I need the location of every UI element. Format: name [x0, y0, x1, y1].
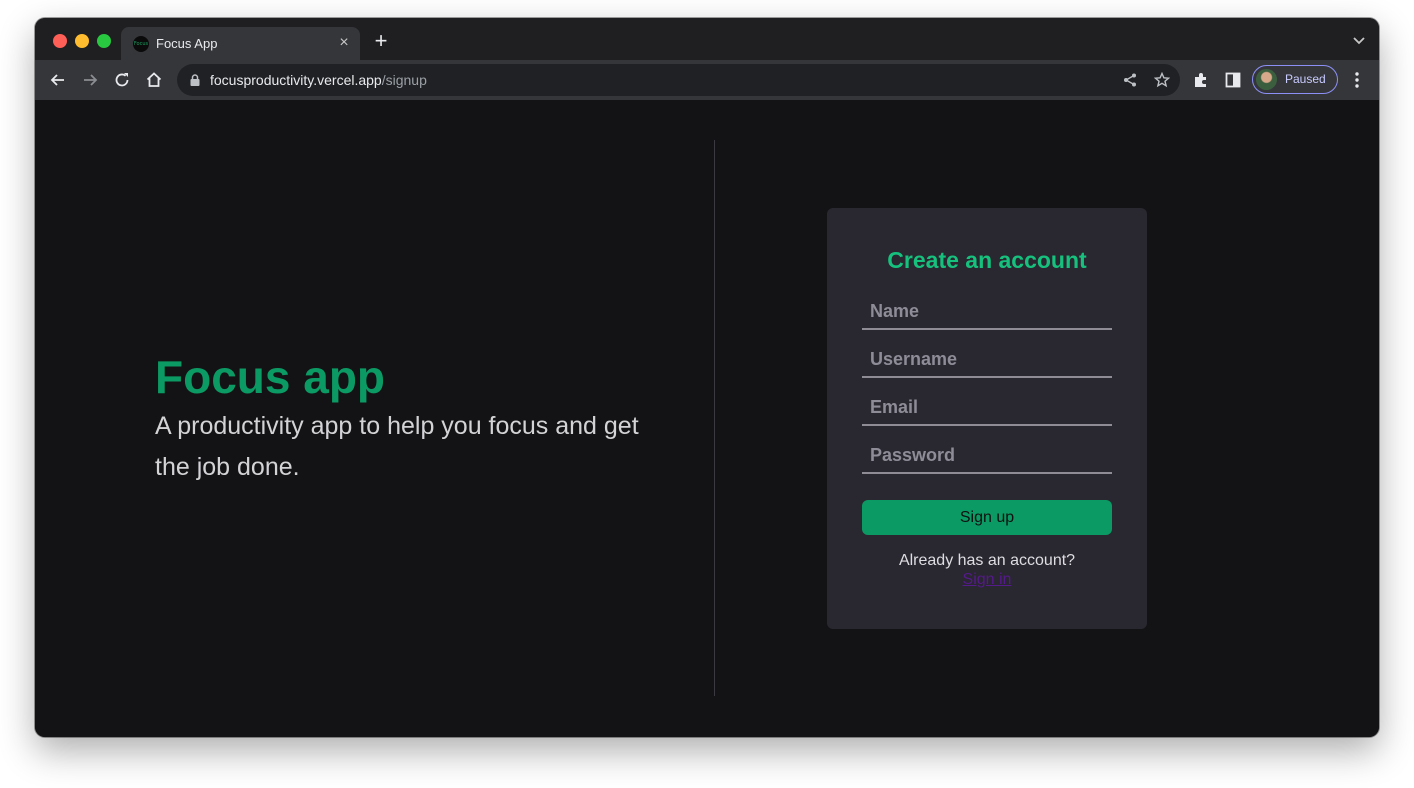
url-host: focusproductivity.vercel.app: [210, 72, 382, 88]
tab-search-icon[interactable]: [1351, 32, 1367, 48]
email-input[interactable]: [862, 390, 1112, 426]
maximize-window-button[interactable]: [97, 34, 111, 48]
puzzle-icon[interactable]: [1192, 71, 1210, 89]
signup-card: Create an account Sign up Already has an…: [827, 208, 1147, 629]
home-icon[interactable]: [144, 70, 164, 90]
forward-icon[interactable]: [80, 70, 100, 90]
share-icon[interactable]: [1122, 72, 1138, 88]
vertical-divider: [714, 140, 715, 696]
name-input[interactable]: [862, 294, 1112, 330]
already-account-text: Already has an account?: [898, 552, 1076, 569]
tab-close-icon[interactable]: ×: [336, 35, 352, 51]
browser-window: Focus Focus App × + focusproductivity.ve…: [35, 18, 1379, 737]
avatar: [1256, 69, 1277, 90]
page-content: Focus app A productivity app to help you…: [35, 100, 1379, 737]
lock-icon[interactable]: [188, 73, 202, 87]
minimize-window-button[interactable]: [75, 34, 89, 48]
hero-title: Focus app: [155, 351, 386, 403]
side-panel-icon[interactable]: [1224, 71, 1242, 89]
profile-status-label: Paused: [1285, 72, 1326, 86]
browser-toolbar: focusproductivity.vercel.app/signup Paus…: [35, 60, 1379, 100]
sign-in-link[interactable]: Sign in: [963, 571, 1012, 588]
password-input[interactable]: [862, 438, 1112, 474]
sign-in-link-row: Sign in: [827, 571, 1147, 589]
tab-strip: Focus Focus App × +: [35, 18, 1379, 60]
signup-title: Create an account: [887, 247, 1087, 273]
url-text[interactable]: focusproductivity.vercel.app/signup: [210, 72, 427, 88]
star-icon[interactable]: [1153, 71, 1171, 88]
focus-favicon-icon: Focus: [133, 36, 149, 52]
sign-up-button[interactable]: Sign up: [862, 500, 1112, 535]
address-bar[interactable]: focusproductivity.vercel.app/signup: [177, 64, 1180, 96]
profile-button[interactable]: Paused: [1252, 65, 1338, 94]
hero-subtitle: A productivity app to help you focus and…: [155, 412, 639, 481]
url-path: /signup: [381, 72, 427, 88]
reload-icon[interactable]: [112, 70, 132, 90]
username-input[interactable]: [862, 342, 1112, 378]
back-icon[interactable]: [48, 70, 68, 90]
kebab-menu-icon[interactable]: [1349, 71, 1365, 89]
tab-title: Focus App: [156, 36, 218, 51]
close-window-button[interactable]: [53, 34, 67, 48]
tab-focus-app[interactable]: Focus Focus App ×: [121, 27, 360, 60]
new-tab-button[interactable]: +: [371, 30, 391, 52]
